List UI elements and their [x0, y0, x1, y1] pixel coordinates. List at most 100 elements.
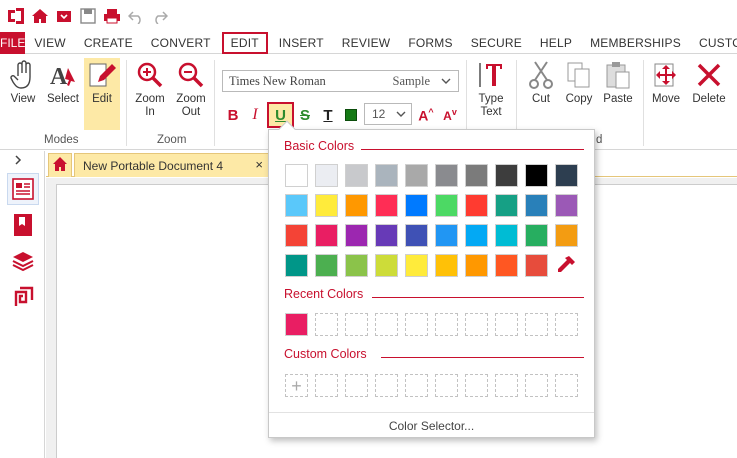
zoom-out-button[interactable]: Zoom Out [172, 60, 210, 119]
strikethrough-button[interactable]: S [296, 104, 314, 126]
undo-icon[interactable] [126, 6, 146, 26]
empty-color-slot [555, 374, 578, 397]
menu-custom[interactable]: CUSTOM [690, 32, 737, 54]
empty-color-slot [405, 374, 428, 397]
menu-forms[interactable]: FORMS [399, 32, 461, 54]
recent-color-swatch[interactable] [285, 313, 308, 336]
color-swatch[interactable] [435, 224, 458, 247]
color-swatch[interactable] [435, 194, 458, 217]
color-swatch[interactable] [405, 254, 428, 277]
color-swatch[interactable] [315, 224, 338, 247]
copy-button[interactable]: Copy [561, 60, 597, 106]
home-tab[interactable] [48, 153, 72, 177]
color-swatch[interactable] [495, 164, 518, 187]
increase-font-icon: A^ [418, 106, 434, 124]
pages-panel-icon[interactable] [7, 173, 39, 205]
modes-group-label: Modes [44, 134, 79, 146]
attachments-icon[interactable] [9, 283, 37, 311]
move-button[interactable]: Move [648, 60, 684, 106]
color-swatch[interactable] [375, 254, 398, 277]
color-swatch[interactable] [495, 194, 518, 217]
close-tab-icon[interactable]: × [255, 157, 263, 172]
menu-create[interactable]: CREATE [75, 32, 142, 54]
color-swatch[interactable] [555, 194, 578, 217]
redo-icon[interactable] [150, 6, 170, 26]
bookmark-icon[interactable] [9, 211, 37, 239]
paste-button[interactable]: Paste [599, 60, 637, 106]
select-label: Select [47, 93, 79, 105]
color-swatch[interactable] [465, 254, 488, 277]
color-selector-button[interactable]: Color Selector... [269, 412, 594, 438]
increase-font-button[interactable]: A^ [415, 104, 437, 126]
color-swatch[interactable] [345, 164, 368, 187]
select-mode-button[interactable]: A Select [45, 60, 81, 106]
menu-file[interactable]: FILE [0, 31, 26, 54]
color-swatch[interactable] [285, 224, 308, 247]
color-swatch[interactable] [555, 224, 578, 247]
expand-panel-chevron-icon[interactable] [13, 154, 23, 169]
color-swatch[interactable] [495, 224, 518, 247]
color-swatch[interactable] [285, 164, 308, 187]
font-size-select[interactable]: 12 [364, 103, 412, 125]
color-swatch[interactable] [315, 254, 338, 277]
menu-memberships[interactable]: MEMBERSHIPS [581, 32, 690, 54]
home-icon[interactable] [30, 6, 50, 26]
menu-view[interactable]: VIEW [25, 32, 74, 54]
open-folder-icon[interactable] [54, 6, 74, 26]
type-text-button[interactable]: Type Text [472, 60, 510, 119]
menu-review[interactable]: REVIEW [333, 32, 400, 54]
document-tab[interactable]: New Portable Document 4 × [74, 153, 270, 177]
color-swatch[interactable] [405, 224, 428, 247]
italic-button[interactable]: I [246, 104, 264, 126]
paste-label: Paste [603, 93, 633, 105]
save-icon[interactable] [78, 6, 98, 26]
menu-insert[interactable]: INSERT [270, 32, 333, 54]
empty-color-slot [375, 313, 398, 336]
color-swatch[interactable] [525, 194, 548, 217]
color-swatch[interactable] [405, 164, 428, 187]
color-swatch[interactable] [525, 254, 548, 277]
color-swatch[interactable] [375, 194, 398, 217]
font-family-select[interactable]: Times New Roman Sample [222, 70, 459, 92]
empty-color-slot [315, 313, 338, 336]
color-swatch[interactable] [435, 164, 458, 187]
font-sample: Sample [392, 73, 431, 88]
app-logo-icon [6, 6, 26, 26]
bold-button[interactable]: B [224, 104, 242, 126]
color-swatch[interactable] [345, 194, 368, 217]
color-swatch[interactable] [435, 254, 458, 277]
view-mode-button[interactable]: View [6, 60, 40, 106]
menu-secure[interactable]: SECURE [462, 32, 531, 54]
color-swatch[interactable] [405, 194, 428, 217]
color-swatch[interactable] [465, 164, 488, 187]
color-swatch[interactable] [345, 254, 368, 277]
font-color-button[interactable] [341, 104, 361, 126]
edit-mode-button[interactable]: Edit [84, 58, 120, 130]
delete-button[interactable]: Delete [690, 60, 728, 106]
color-swatch[interactable] [375, 224, 398, 247]
print-icon[interactable] [102, 6, 122, 26]
color-swatch[interactable] [315, 164, 338, 187]
color-swatch[interactable] [465, 224, 488, 247]
color-swatch[interactable] [525, 164, 548, 187]
layers-icon[interactable] [9, 247, 37, 275]
menu-help[interactable]: HELP [531, 32, 581, 54]
color-swatch[interactable] [495, 254, 518, 277]
color-swatch[interactable] [345, 224, 368, 247]
menu-edit[interactable]: EDIT [221, 31, 268, 54]
color-swatch[interactable] [525, 224, 548, 247]
add-custom-color-button[interactable]: + [285, 374, 308, 397]
zoom-in-label-2: In [145, 106, 155, 118]
eyedropper-icon[interactable] [554, 253, 578, 277]
color-swatch[interactable] [285, 254, 308, 277]
color-swatch[interactable] [315, 194, 338, 217]
color-swatch[interactable] [375, 164, 398, 187]
color-swatch[interactable] [285, 194, 308, 217]
cut-button[interactable]: Cut [523, 60, 559, 106]
zoom-in-button[interactable]: Zoom In [131, 60, 169, 119]
menu-convert[interactable]: CONVERT [142, 32, 220, 54]
color-swatch[interactable] [555, 164, 578, 187]
text-style-button[interactable]: T [319, 104, 337, 126]
color-swatch[interactable] [465, 194, 488, 217]
decrease-font-button[interactable]: Av [439, 104, 461, 126]
